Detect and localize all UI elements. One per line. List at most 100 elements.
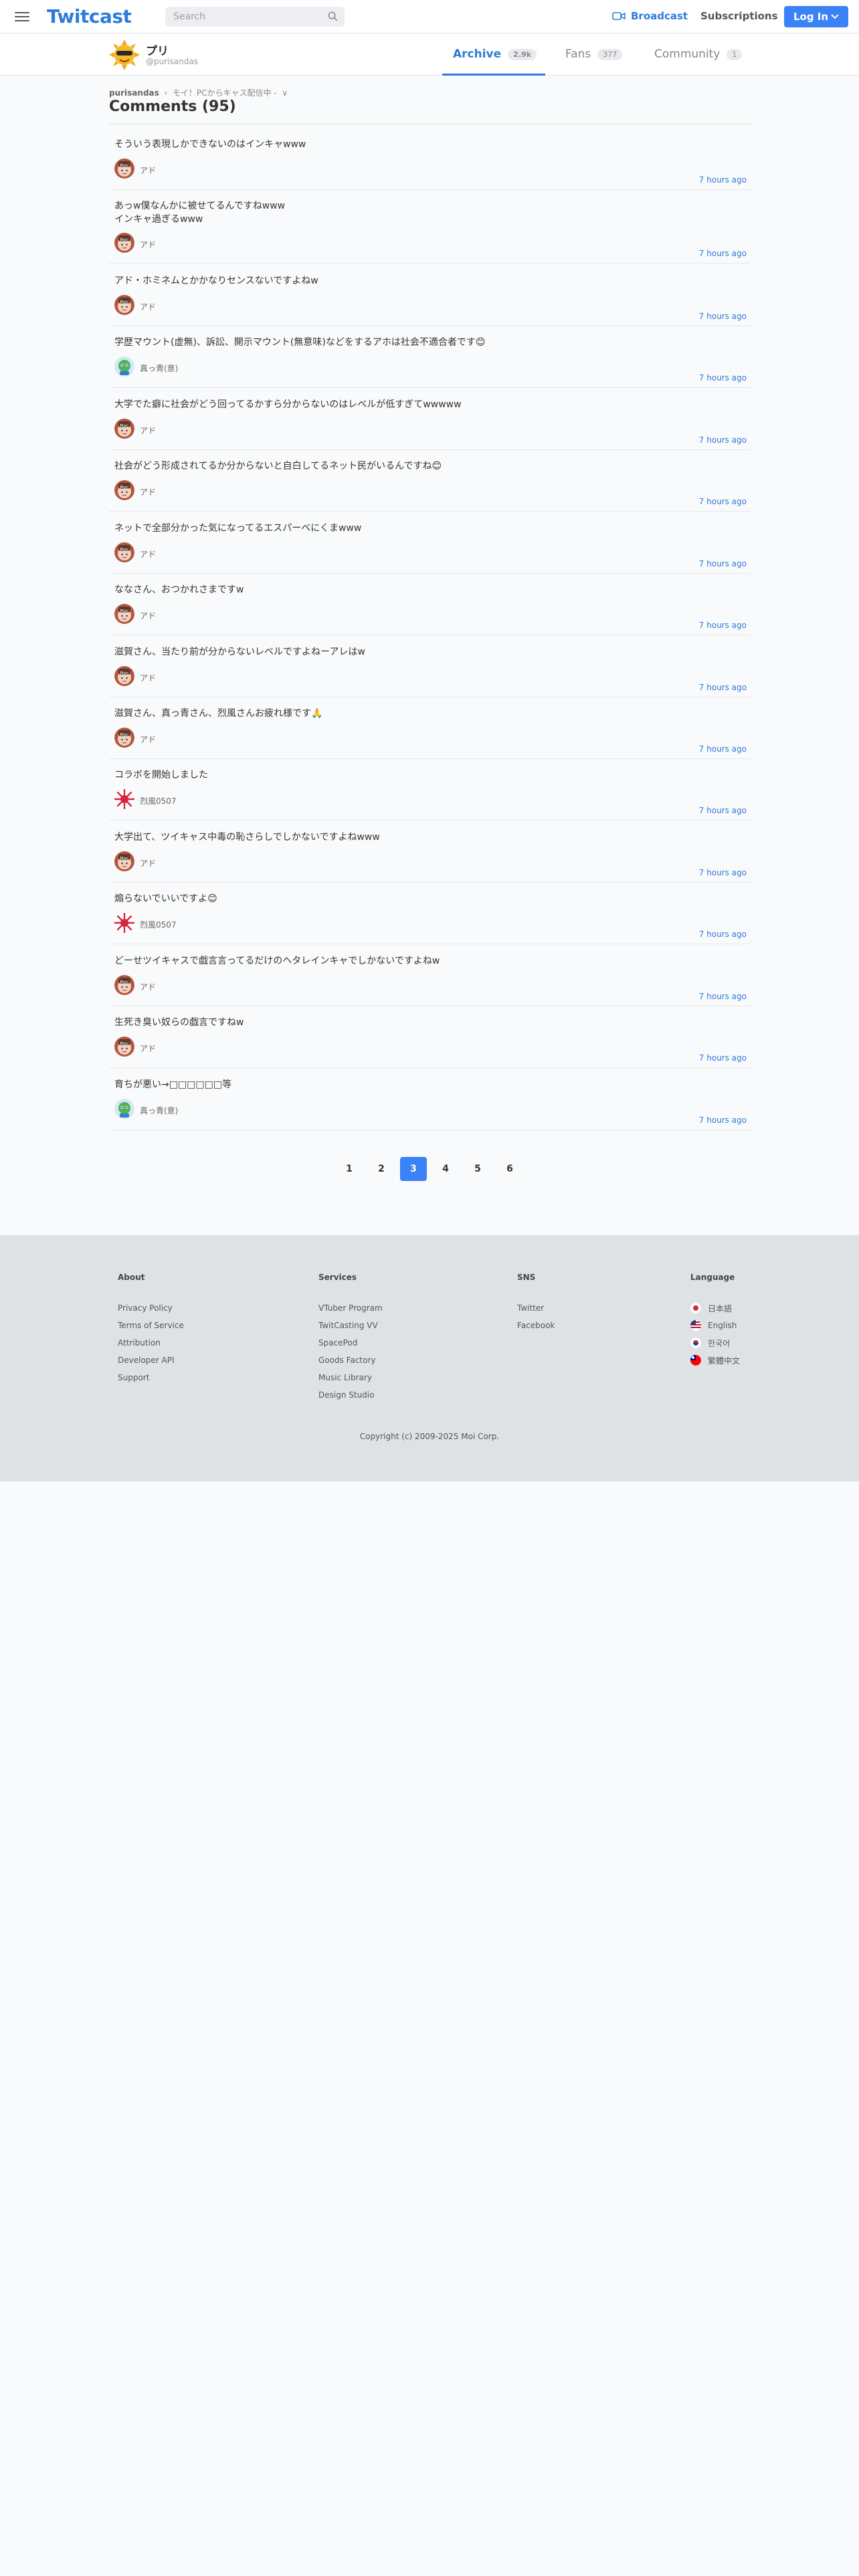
comment-author[interactable]: アド bbox=[140, 239, 156, 250]
page-button-5[interactable]: 5 bbox=[464, 1157, 491, 1181]
comment-item[interactable]: 生死き臭い奴らの戯言ですねw Roc アド 7 hours ago bbox=[109, 1006, 751, 1068]
twitter-link[interactable]: Twitter bbox=[517, 1299, 555, 1317]
ado-avatar-icon[interactable]: Roc bbox=[114, 604, 134, 624]
comment-item[interactable]: 社会がどう形成されてるか分からないと自白してるネット民がいるんですね😊 Roc アド… bbox=[109, 450, 751, 512]
comment-item[interactable]: 滋賀さん、当たり前が分からないレベルですよねーアレはw Roc アド 7 hours … bbox=[109, 636, 751, 697]
comment-timestamp[interactable]: 7 hours ago bbox=[699, 559, 747, 568]
ado-avatar-icon[interactable]: Roc bbox=[114, 233, 134, 253]
breadcrumb-dropdown-icon[interactable]: ∨ bbox=[282, 88, 288, 98]
comment-item[interactable]: そういう表現しかできないのはインキャwww Roc アド 7 hours ago bbox=[109, 128, 751, 190]
breadcrumb-user[interactable]: purisandas bbox=[109, 88, 159, 98]
comment-timestamp[interactable]: 7 hours ago bbox=[699, 373, 747, 383]
comment-item[interactable]: 大学出て、ツイキャス中毒の恥さらしでしかないですよねwww Roc アド 7 hour… bbox=[109, 821, 751, 883]
comment-item[interactable]: ななさん、おつかれさまですw Roc アド 7 hours ago bbox=[109, 574, 751, 635]
rising-sun-avatar-icon[interactable] bbox=[114, 789, 134, 809]
comment-timestamp[interactable]: 7 hours ago bbox=[699, 621, 747, 630]
comment-item[interactable]: ネットで全部分かった気になってるエスパーベにくまwww Roc アド 7 hours … bbox=[109, 512, 751, 574]
comment-timestamp[interactable]: 7 hours ago bbox=[699, 806, 747, 815]
comment-author[interactable]: アド bbox=[140, 165, 156, 176]
comment-timestamp[interactable]: 7 hours ago bbox=[699, 312, 747, 321]
ado-avatar-icon[interactable]: Roc bbox=[114, 158, 134, 179]
page-button-2[interactable]: 2 bbox=[368, 1157, 395, 1181]
comment-author[interactable]: アド bbox=[140, 1043, 156, 1054]
language-english[interactable]: English bbox=[690, 1317, 740, 1334]
ado-avatar-icon[interactable]: Roc bbox=[114, 851, 134, 871]
page-button-4[interactable]: 4 bbox=[432, 1157, 459, 1181]
broadcast-button[interactable]: Broadcast bbox=[612, 10, 688, 22]
support-link[interactable]: Support bbox=[118, 1369, 184, 1386]
green-character-avatar-icon[interactable] bbox=[114, 356, 134, 377]
subscriptions-link[interactable]: Subscriptions bbox=[700, 10, 778, 22]
comment-timestamp[interactable]: 7 hours ago bbox=[699, 930, 747, 939]
search-input[interactable]: Search bbox=[165, 7, 345, 27]
user-avatar[interactable] bbox=[109, 39, 140, 70]
language-korean[interactable]: 한국어 bbox=[690, 1334, 740, 1352]
ado-avatar-icon[interactable]: Roc bbox=[114, 295, 134, 315]
tab-archive[interactable]: Archive 2.9k bbox=[453, 47, 537, 61]
facebook-link[interactable]: Facebook bbox=[517, 1317, 555, 1334]
music-library-link[interactable]: Music Library bbox=[318, 1369, 383, 1386]
comment-timestamp[interactable]: 7 hours ago bbox=[699, 175, 747, 185]
breadcrumb-current[interactable]: モイ！PCからキャス配信中 - bbox=[173, 88, 277, 98]
comment-timestamp[interactable]: 7 hours ago bbox=[699, 683, 747, 692]
comment-author[interactable]: アド bbox=[140, 548, 156, 560]
ado-avatar-icon[interactable]: Roc bbox=[114, 480, 134, 500]
comment-author[interactable]: アド bbox=[140, 610, 156, 621]
comment-timestamp[interactable]: 7 hours ago bbox=[699, 1115, 747, 1125]
comment-timestamp[interactable]: 7 hours ago bbox=[699, 435, 747, 445]
hamburger-menu-icon[interactable] bbox=[15, 9, 29, 23]
ado-avatar-icon[interactable]: Roc bbox=[114, 542, 134, 562]
comment-author[interactable]: 真っ青(意) bbox=[140, 1105, 178, 1116]
ado-avatar-icon[interactable]: Roc bbox=[114, 666, 134, 686]
comment-author[interactable]: アド bbox=[140, 672, 156, 683]
comment-author[interactable]: アド bbox=[140, 981, 156, 992]
design-studio-link[interactable]: Design Studio bbox=[318, 1386, 383, 1404]
search-icon[interactable] bbox=[328, 11, 338, 21]
comment-author[interactable]: アド bbox=[140, 425, 156, 436]
comment-item[interactable]: コラボを開始しました 烈風0507 7 hours ago bbox=[109, 759, 751, 821]
page-button-1[interactable]: 1 bbox=[336, 1157, 363, 1181]
comment-author[interactable]: アド bbox=[140, 857, 156, 869]
terms-link[interactable]: Terms of Service bbox=[118, 1317, 184, 1334]
green-character-avatar-icon[interactable] bbox=[114, 1099, 134, 1119]
comment-timestamp[interactable]: 7 hours ago bbox=[699, 744, 747, 754]
comment-item[interactable]: どーせツイキャスで戯言言ってるだけのヘタレインキャでしかないですよねw Roc アド… bbox=[109, 945, 751, 1006]
comment-author[interactable]: アド bbox=[140, 734, 156, 745]
comment-item[interactable]: 育ちが悪い→□□□□□□等 真っ青(意) 7 hours ago bbox=[109, 1069, 751, 1130]
comment-timestamp[interactable]: 7 hours ago bbox=[699, 868, 747, 877]
comment-item[interactable]: 学歴マウント(虚無)、訴訟、開示マウント(無意味)などをするアホは社会不適合者で… bbox=[109, 326, 751, 388]
comment-timestamp[interactable]: 7 hours ago bbox=[699, 992, 747, 1001]
comment-timestamp[interactable]: 7 hours ago bbox=[699, 249, 747, 258]
page-button-3[interactable]: 3 bbox=[400, 1157, 427, 1181]
spacepod-link[interactable]: SpacePod bbox=[318, 1334, 383, 1352]
language-traditional-chinese[interactable]: 繁體中文 bbox=[690, 1352, 740, 1369]
privacy-policy-link[interactable]: Privacy Policy bbox=[118, 1299, 184, 1317]
twitcast-logo[interactable]: Twitcast bbox=[47, 5, 132, 27]
comment-author[interactable]: アド bbox=[140, 301, 156, 312]
comment-author[interactable]: アド bbox=[140, 486, 156, 498]
ado-avatar-icon[interactable]: Roc bbox=[114, 1037, 134, 1057]
comment-author[interactable]: 真っ青(意) bbox=[140, 362, 178, 374]
comment-timestamp[interactable]: 7 hours ago bbox=[699, 1053, 747, 1063]
comment-item[interactable]: 煽らないでいいですよ😊 烈風0507 7 hours ago bbox=[109, 883, 751, 944]
language-japanese[interactable]: 日本語 bbox=[690, 1299, 740, 1317]
comment-item[interactable]: あっw僕なんかに被せてるんですねwww インキャ過ぎるwww Roc アド 7 hou… bbox=[109, 190, 751, 263]
user-name[interactable]: プリ bbox=[146, 41, 169, 58]
attribution-link[interactable]: Attribution bbox=[118, 1334, 184, 1352]
vtuber-program-link[interactable]: VTuber Program bbox=[318, 1299, 383, 1317]
comment-item[interactable]: 滋賀さん、真っ青さん、烈風さんお疲れ様です🙏 Roc アド 7 hours ago bbox=[109, 697, 751, 759]
comment-author[interactable]: 烈風0507 bbox=[140, 919, 177, 930]
comment-item[interactable]: アド・ホミネムとかかなりセンスないですよねw Roc アド 7 hours ago bbox=[109, 265, 751, 326]
tab-fans[interactable]: Fans 377 bbox=[565, 47, 623, 61]
page-button-6[interactable]: 6 bbox=[496, 1157, 523, 1181]
comment-timestamp[interactable]: 7 hours ago bbox=[699, 497, 747, 506]
comment-item[interactable]: 大学でた癖に社会がどう回ってるかすら分からないのはレベルが低すぎてwwwww Ro… bbox=[109, 389, 751, 450]
twitcasting-vv-link[interactable]: TwitCasting VV bbox=[318, 1317, 383, 1334]
goods-factory-link[interactable]: Goods Factory bbox=[318, 1352, 383, 1369]
comment-author[interactable]: 烈風0507 bbox=[140, 795, 177, 807]
ado-avatar-icon[interactable]: Roc bbox=[114, 975, 134, 995]
login-button[interactable]: Log In bbox=[784, 6, 848, 27]
ado-avatar-icon[interactable]: Roc bbox=[114, 419, 134, 439]
developer-api-link[interactable]: Developer API bbox=[118, 1352, 184, 1369]
rising-sun-avatar-icon[interactable] bbox=[114, 913, 134, 933]
